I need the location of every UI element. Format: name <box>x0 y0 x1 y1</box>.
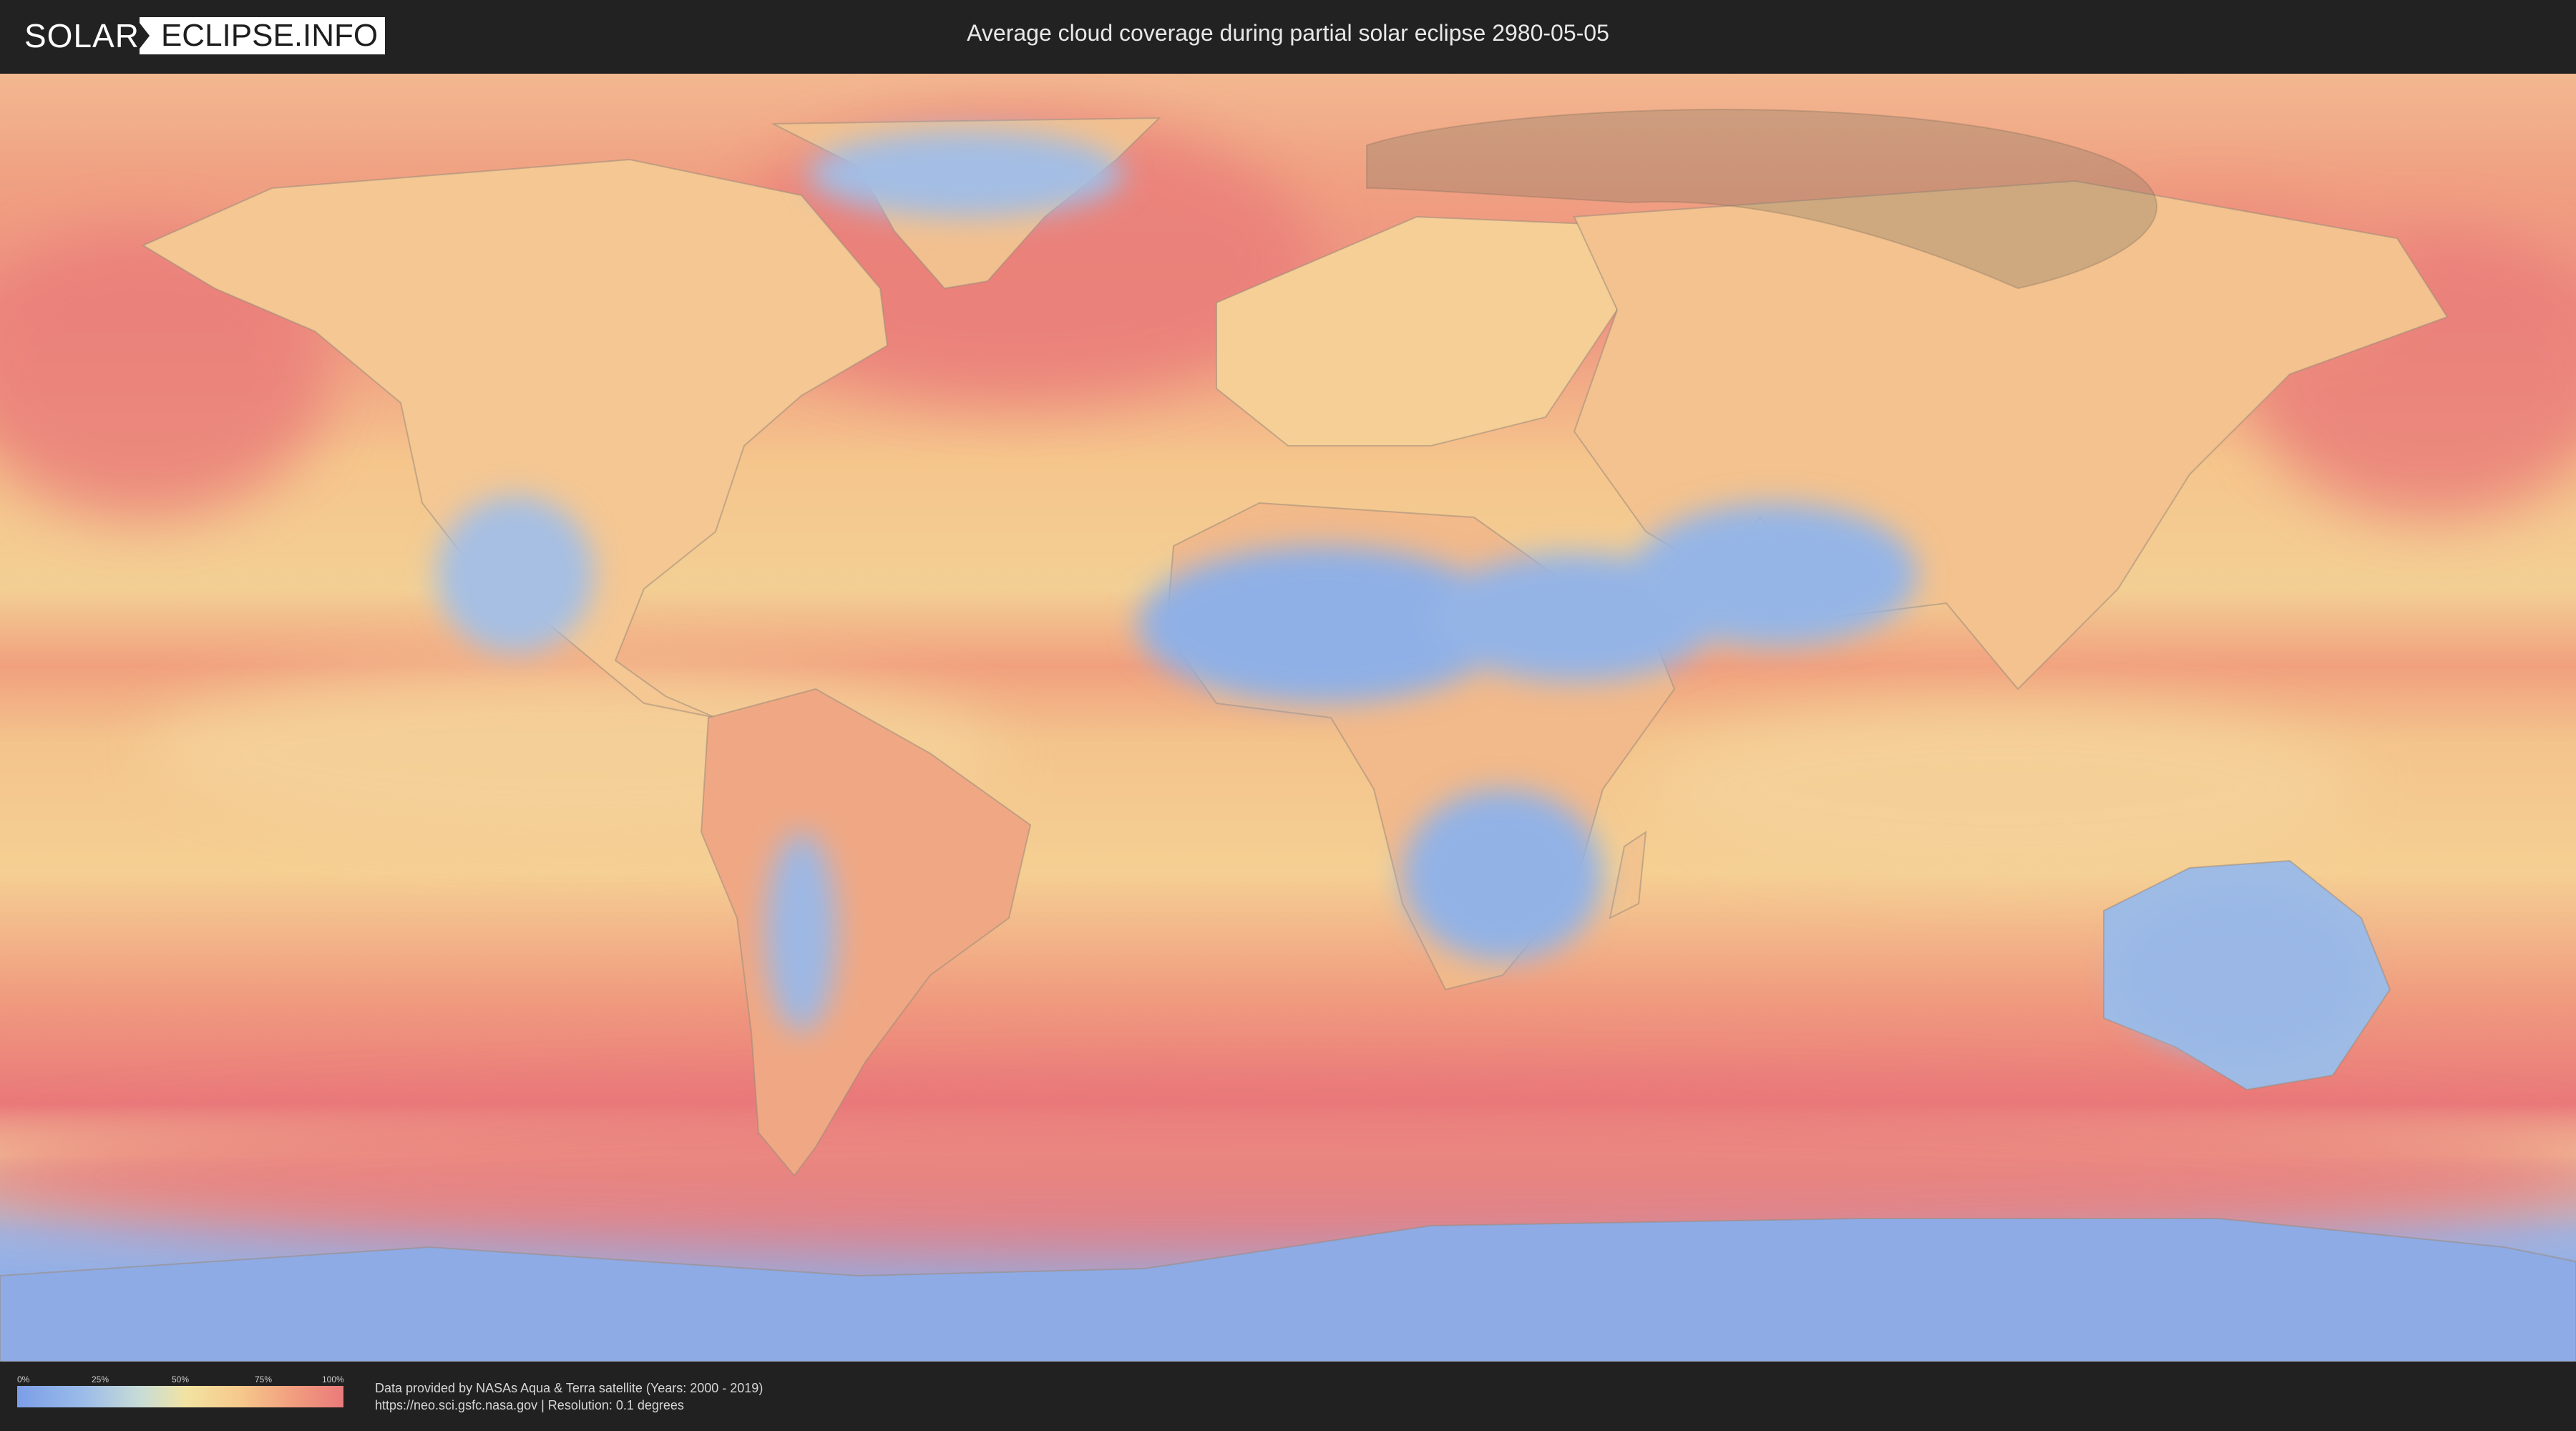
credits-line-source: Data provided by NASAs Aqua & Terra sate… <box>375 1381 763 1395</box>
legend-tick: 75% <box>255 1374 273 1384</box>
legend-tick: 50% <box>172 1374 190 1384</box>
credits-line-url[interactable]: https://neo.sci.gsfc.nasa.gov | Resoluti… <box>375 1397 763 1414</box>
legend-tick: 0% <box>17 1374 30 1384</box>
legend-color-bar <box>17 1386 343 1407</box>
legend-ticks: 0% 25% 50% 75% 100% <box>17 1374 344 1386</box>
legend-tick: 100% <box>322 1374 344 1384</box>
cloud-coverage-map[interactable] <box>0 74 2576 1362</box>
legend-tick: 25% <box>92 1374 109 1384</box>
top-bar: SOLAR ECLIPSE.INFO Average cloud coverag… <box>0 0 2576 72</box>
map-canvas <box>0 74 2576 1362</box>
color-legend: 0% 25% 50% 75% 100% <box>17 1374 344 1407</box>
page-title: Average cloud coverage during partial so… <box>967 20 1609 46</box>
data-credits: Data provided by NASAs Aqua & Terra sate… <box>375 1379 763 1414</box>
